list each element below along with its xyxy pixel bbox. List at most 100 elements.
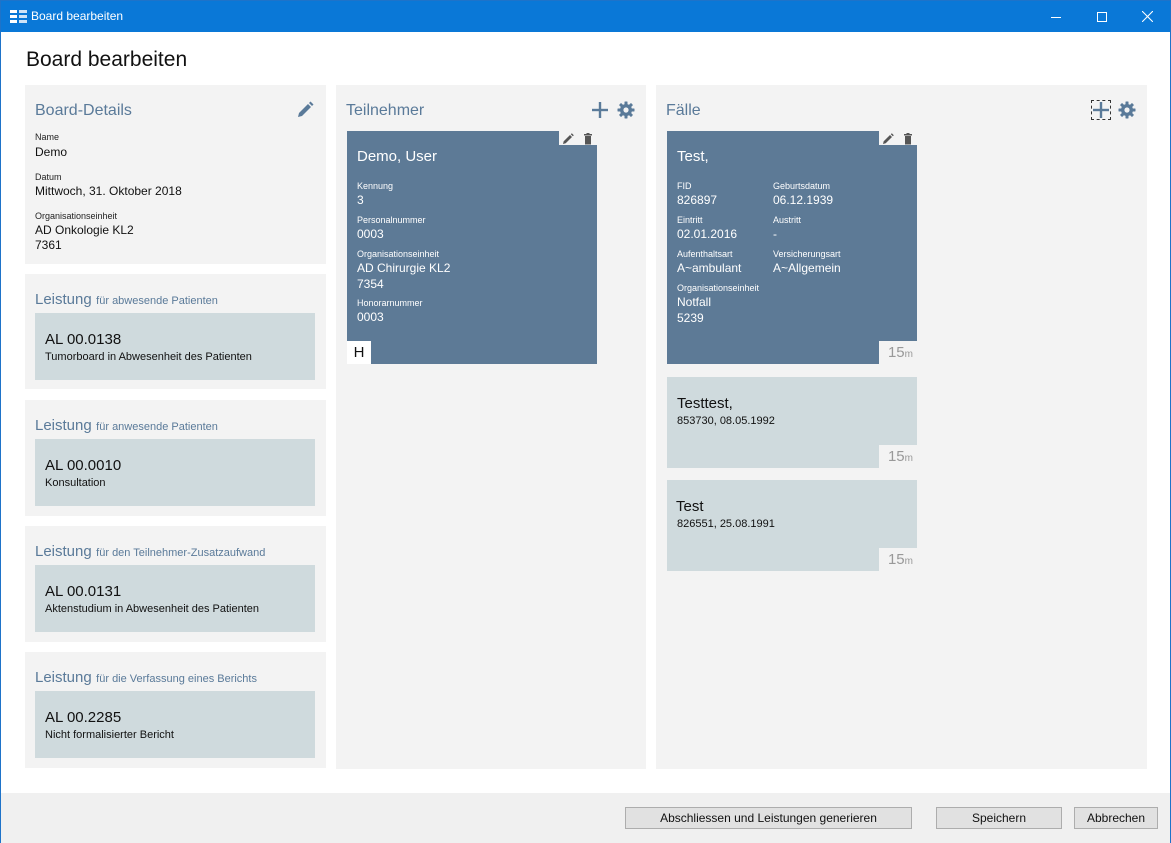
leistung-panel-present: Leistung für anwesende Patienten AL 00.0… bbox=[25, 400, 326, 516]
leistung-heading: Leistung für anwesende Patienten bbox=[35, 417, 218, 434]
kennung-label: Kennung bbox=[357, 181, 394, 191]
close-icon bbox=[1141, 11, 1153, 22]
minimize-button[interactable] bbox=[1033, 1, 1079, 32]
leistung-description: Konsultation bbox=[45, 477, 106, 489]
case-org-number: 5239 bbox=[677, 311, 704, 325]
org-number: 7361 bbox=[35, 238, 62, 252]
leistung-description: Nicht formalisierter Bericht bbox=[45, 729, 174, 741]
gear-icon bbox=[617, 101, 635, 119]
card-tools bbox=[879, 131, 917, 145]
cases-title: Fälle bbox=[666, 102, 701, 119]
participants-panel: Teilnehmer Demo, User Kennung 3 Personal… bbox=[336, 85, 646, 769]
role-badge: H bbox=[347, 341, 371, 364]
participant-settings-button[interactable] bbox=[617, 101, 635, 124]
org-label: Organisationseinheit bbox=[35, 211, 118, 221]
leistung-code: AL 00.2285 bbox=[45, 709, 122, 726]
case-org-value: Notfall bbox=[677, 295, 712, 309]
minimize-icon bbox=[1051, 16, 1061, 18]
case-org-label: Organisationseinheit bbox=[677, 283, 760, 293]
name-label: Name bbox=[35, 132, 60, 142]
entry-label: Eintritt bbox=[677, 215, 703, 225]
title-bar[interactable]: Board bearbeiten bbox=[1, 1, 1170, 32]
name-value: Demo bbox=[35, 145, 68, 159]
cases-panel: Fälle Test, FID 826897 Geburtsdatum 06.1… bbox=[656, 85, 1147, 769]
participant-card[interactable]: Demo, User Kennung 3 Personalnummer 0003… bbox=[347, 131, 597, 364]
fid-label: FID bbox=[677, 181, 692, 191]
exit-label: Austritt bbox=[773, 215, 802, 225]
leistung-description: Tumorboard in Abwesenheit des Patienten bbox=[45, 351, 252, 363]
save-button[interactable]: Speichern bbox=[936, 807, 1062, 829]
footer-bar: Abschliessen und Leistungen generieren S… bbox=[1, 793, 1170, 843]
cancel-button[interactable]: Abbrechen bbox=[1074, 807, 1158, 829]
duration-badge: 15m bbox=[879, 548, 917, 571]
stay-label: Aufenthaltsart bbox=[677, 249, 733, 259]
leistung-item[interactable]: AL 00.0131 Aktenstudium in Abwesenheit d… bbox=[35, 565, 315, 632]
pencil-icon bbox=[563, 133, 574, 144]
date-value: Mittwoch, 31. Oktober 2018 bbox=[35, 184, 182, 198]
participant-org-number: 7354 bbox=[357, 277, 384, 291]
maximize-button[interactable] bbox=[1079, 1, 1125, 32]
birth-value: 06.12.1939 bbox=[773, 193, 834, 207]
leistung-panel-participant-extra: Leistung für den Teilnehmer-Zusatzaufwan… bbox=[25, 526, 326, 642]
leistung-item[interactable]: AL 00.0138 Tumorboard in Abwesenheit des… bbox=[35, 313, 315, 380]
trash-icon bbox=[584, 133, 592, 145]
case-card[interactable]: Test, FID 826897 Geburtsdatum 06.12.1939… bbox=[667, 131, 917, 364]
maximize-icon bbox=[1097, 11, 1107, 22]
leistung-heading: Leistung für abwesende Patienten bbox=[35, 291, 218, 308]
delete-case-button[interactable] bbox=[903, 132, 913, 150]
leistung-panel-report: Leistung für die Verfassung eines Berich… bbox=[25, 652, 326, 768]
duration-badge: 15m bbox=[879, 341, 917, 364]
trash-icon bbox=[904, 133, 912, 145]
window-title: Board bearbeiten bbox=[31, 9, 124, 23]
plus-icon bbox=[592, 102, 608, 118]
kennung-value: 3 bbox=[357, 193, 364, 207]
date-label: Datum bbox=[35, 172, 62, 182]
org-value: AD Onkologie KL2 bbox=[35, 223, 134, 237]
case-name: Test, bbox=[677, 148, 709, 165]
leistung-item[interactable]: AL 00.2285 Nicht formalisierter Bericht bbox=[35, 691, 315, 758]
leistung-heading: Leistung für die Verfassung eines Berich… bbox=[35, 669, 257, 686]
leistung-code: AL 00.0138 bbox=[45, 331, 122, 348]
board-details-title: Board-Details bbox=[35, 102, 132, 119]
board-app-icon bbox=[10, 10, 27, 23]
leistung-code: AL 00.0010 bbox=[45, 457, 122, 474]
board-details-panel: Board-Details Name Demo Datum Mittwoch, … bbox=[25, 85, 326, 264]
participant-org-value: AD Chirurgie KL2 bbox=[357, 261, 451, 275]
close-button[interactable] bbox=[1124, 1, 1170, 32]
card-tools bbox=[559, 131, 597, 145]
case-settings-button[interactable] bbox=[1118, 101, 1136, 124]
exit-value: - bbox=[773, 227, 777, 241]
page-title: Board bearbeiten bbox=[26, 48, 188, 71]
case-name: Test bbox=[676, 498, 704, 515]
stay-value: A~ambulant bbox=[677, 261, 742, 275]
leistung-code: AL 00.0131 bbox=[45, 583, 122, 600]
honorar-label: Honorarnummer bbox=[357, 298, 423, 308]
participant-name: Demo, User bbox=[357, 148, 438, 165]
insurance-label: Versicherungsart bbox=[773, 249, 841, 259]
personal-value: 0003 bbox=[357, 227, 384, 241]
edit-details-button[interactable] bbox=[296, 101, 314, 124]
add-case-button[interactable] bbox=[1091, 100, 1111, 120]
edit-case-button[interactable] bbox=[882, 132, 894, 150]
entry-value: 02.01.2016 bbox=[677, 227, 738, 241]
honorar-value: 0003 bbox=[357, 310, 384, 324]
case-card[interactable]: Test 826551, 25.08.1991 15m bbox=[667, 480, 917, 571]
insurance-value: A~Allgemein bbox=[773, 261, 841, 275]
case-summary: 853730, 08.05.1992 bbox=[677, 415, 775, 427]
case-summary: 826551, 25.08.1991 bbox=[677, 518, 775, 530]
delete-participant-button[interactable] bbox=[583, 132, 593, 150]
fid-value: 826897 bbox=[677, 193, 718, 207]
leistung-heading: Leistung für den Teilnehmer-Zusatzaufwan… bbox=[35, 543, 266, 560]
plus-icon bbox=[1093, 102, 1109, 118]
edit-participant-button[interactable] bbox=[562, 132, 574, 150]
window: Board bearbeiten Board bearbeiten Board-… bbox=[0, 0, 1171, 843]
birth-label: Geburtsdatum bbox=[773, 181, 831, 191]
personal-label: Personalnummer bbox=[357, 215, 426, 225]
add-participant-button[interactable] bbox=[591, 101, 609, 124]
gear-icon bbox=[1118, 101, 1136, 119]
leistung-item[interactable]: AL 00.0010 Konsultation bbox=[35, 439, 315, 506]
finish-and-generate-button[interactable]: Abschliessen und Leistungen generieren bbox=[625, 807, 912, 829]
case-card[interactable]: Testtest, 853730, 08.05.1992 15m bbox=[667, 377, 917, 468]
leistung-description: Aktenstudium in Abwesenheit des Patiente… bbox=[45, 603, 260, 615]
case-name: Testtest, bbox=[677, 395, 733, 412]
